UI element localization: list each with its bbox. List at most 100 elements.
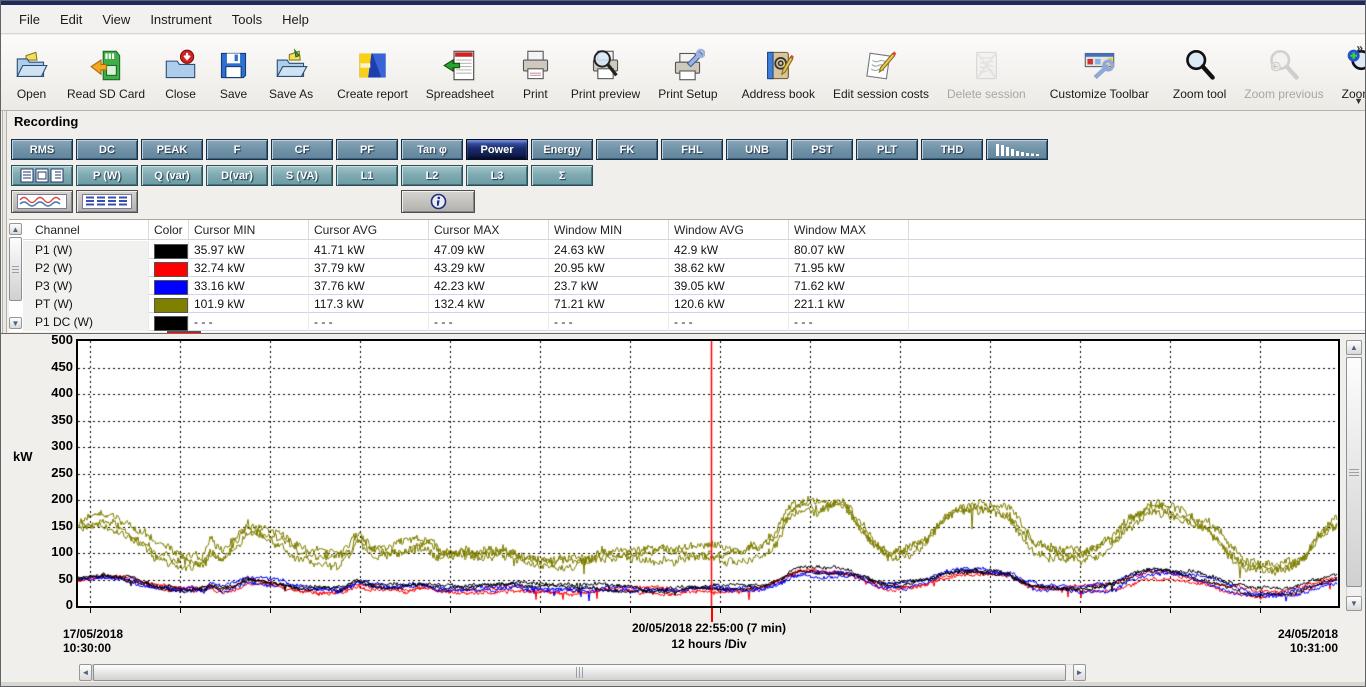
y-tick-label: 50 [37, 571, 73, 586]
x-tick-mark [720, 608, 721, 613]
note-pencil-icon [863, 48, 898, 83]
tab-peak[interactable]: PEAK [141, 139, 203, 160]
chart-panel: 500 450 400 350 300 250 200 150 100 50 0… [1, 333, 1366, 683]
x-tick-mark [990, 608, 991, 613]
toolbar-overflow-chevron[interactable]: » [1356, 41, 1363, 55]
tab-fhl[interactable]: FHL [661, 139, 723, 160]
x-tick-mark [270, 608, 271, 613]
cursor-line[interactable] [711, 608, 713, 622]
table-scrollbar-thumb[interactable] [9, 237, 22, 301]
chart-scroll-down-button[interactable]: ▼ [1346, 596, 1362, 611]
menu-view[interactable]: View [92, 9, 140, 30]
table-row-p1[interactable]: P1 (W) 35.97 kW 41.71 kW 47.09 kW 24.63 … [23, 241, 1366, 259]
address-book-icon [761, 48, 796, 83]
chart-hscrollbar-thumb[interactable] [93, 664, 1066, 681]
measurement-tabs-row: RMS DC PEAK F CF PF Tan φ Power Energy F… [11, 139, 1048, 160]
table-view-button[interactable] [76, 190, 138, 213]
tab-p-w[interactable]: P (W) [76, 165, 138, 186]
tab-channel-select[interactable] [11, 165, 73, 186]
view-buttons-row [11, 190, 138, 213]
tab-tan-phi[interactable]: Tan φ [401, 139, 463, 160]
power-trend-plot[interactable] [78, 341, 1338, 606]
delete-session-button[interactable]: Delete session [938, 38, 1035, 104]
tab-thd[interactable]: THD [921, 139, 983, 160]
zoom-previous-button[interactable]: Zoom previous [1235, 38, 1332, 104]
chart-scroll-left-button[interactable]: ◄ [79, 664, 92, 681]
x-tick-mark [630, 608, 631, 613]
table-scroll-down-button[interactable]: ▼ [9, 317, 22, 329]
tab-l1[interactable]: L1 [336, 165, 398, 186]
chart-horizontal-scrollbar[interactable]: ◄ ► [79, 664, 1089, 681]
toolbar-more-arrow[interactable]: ▼ [1354, 96, 1363, 106]
x-division-label: 12 hours /Div [459, 637, 959, 651]
chart-scrollbar-thumb[interactable] [1346, 357, 1362, 587]
tab-s-va[interactable]: S (VA) [271, 165, 333, 186]
x-tick-mark [450, 608, 451, 613]
tab-unb[interactable]: UNB [726, 139, 788, 160]
chart-scroll-up-button[interactable]: ▲ [1346, 340, 1362, 355]
col-cursor-max: Cursor MAX [429, 220, 549, 239]
spreadsheet-button[interactable]: Spreadsheet [417, 38, 503, 104]
table-row-p3[interactable]: P3 (W) 33.16 kW 37.76 kW 42.23 kW 23.7 k… [23, 277, 1366, 295]
tab-fk[interactable]: FK [596, 139, 658, 160]
chart-vertical-scrollbar[interactable]: ▲ ▼ [1346, 340, 1362, 611]
tab-histogram[interactable] [986, 139, 1048, 160]
table-row-pt[interactable]: PT (W) 101.9 kW 117.3 kW 132.4 kW 71.21 … [23, 295, 1366, 313]
chart-scroll-right-button[interactable]: ► [1073, 664, 1086, 681]
tab-cf[interactable]: CF [271, 139, 333, 160]
tab-sum[interactable]: Σ [531, 165, 593, 186]
menu-edit[interactable]: Edit [50, 9, 92, 30]
quantity-tabs-row: P (W) Q (var) D(var) S (VA) L1 L2 L3 Σ [11, 165, 593, 186]
save-as-button[interactable]: Save As [260, 38, 322, 104]
tab-rms[interactable]: RMS [11, 139, 73, 160]
table-row-p2[interactable]: P2 (W) 32.74 kW 37.79 kW 43.29 kW 20.95 … [23, 259, 1366, 277]
edit-session-costs-button[interactable]: Edit session costs [824, 38, 938, 104]
printer-icon [518, 48, 553, 83]
tab-power[interactable]: Power [466, 139, 528, 160]
table-scroll-up-button[interactable]: ▲ [9, 223, 22, 235]
tab-q-var[interactable]: Q (var) [141, 165, 203, 186]
tab-pf[interactable]: PF [336, 139, 398, 160]
close-button[interactable]: Close [154, 38, 207, 104]
print-button[interactable]: Print [509, 38, 562, 104]
info-button[interactable] [401, 190, 475, 213]
menu-file[interactable]: File [9, 9, 50, 30]
read-sd-card-button[interactable]: Read SD Card [58, 38, 154, 104]
open-button[interactable]: Open [5, 38, 58, 104]
menu-tools[interactable]: Tools [222, 9, 272, 30]
save-button[interactable]: Save [207, 38, 260, 104]
printer-wrench-icon [670, 48, 705, 83]
x-axis-end-label: 24/05/201810:31:00 [1188, 627, 1338, 655]
color-swatch-p1[interactable] [154, 244, 188, 259]
color-swatch-pt[interactable] [154, 298, 188, 313]
color-swatch-p3[interactable] [154, 280, 188, 295]
x-tick-mark [810, 608, 811, 613]
print-setup-button[interactable]: Print Setup [649, 38, 726, 104]
create-report-button[interactable]: Create report [328, 38, 417, 104]
tab-pst[interactable]: PST [791, 139, 853, 160]
y-tick-label: 0 [37, 597, 73, 612]
address-book-button[interactable]: Address book [733, 38, 824, 104]
y-tick-label: 100 [37, 544, 73, 559]
tab-plt[interactable]: PLT [856, 139, 918, 160]
zoom-tool-button[interactable]: Zoom tool [1164, 38, 1235, 104]
waveform-view-button[interactable] [11, 190, 73, 213]
tab-dc[interactable]: DC [76, 139, 138, 160]
dataview-logo-icon [355, 48, 390, 83]
color-swatch-p2[interactable] [154, 262, 188, 277]
menu-help[interactable]: Help [272, 9, 319, 30]
y-tick-label: 450 [37, 359, 73, 374]
x-axis-start-label: 17/05/201810:30:00 [63, 627, 123, 655]
menu-instrument[interactable]: Instrument [140, 9, 221, 30]
color-swatch-p1dc[interactable] [154, 316, 188, 331]
print-preview-button[interactable]: Print preview [562, 38, 649, 104]
tab-l2[interactable]: L2 [401, 165, 463, 186]
tab-l3[interactable]: L3 [466, 165, 528, 186]
tab-d-var[interactable]: D(var) [206, 165, 268, 186]
printer-magnifier-icon [588, 48, 623, 83]
tab-energy[interactable]: Energy [531, 139, 593, 160]
customize-toolbar-button[interactable]: Customize Toolbar [1041, 38, 1158, 104]
tab-f[interactable]: F [206, 139, 268, 160]
table-scrollbar[interactable]: ▲ ▼ [9, 223, 22, 333]
table-row-p1dc[interactable]: P1 DC (W) - - - - - - - - - - - - - - - … [23, 313, 1366, 331]
